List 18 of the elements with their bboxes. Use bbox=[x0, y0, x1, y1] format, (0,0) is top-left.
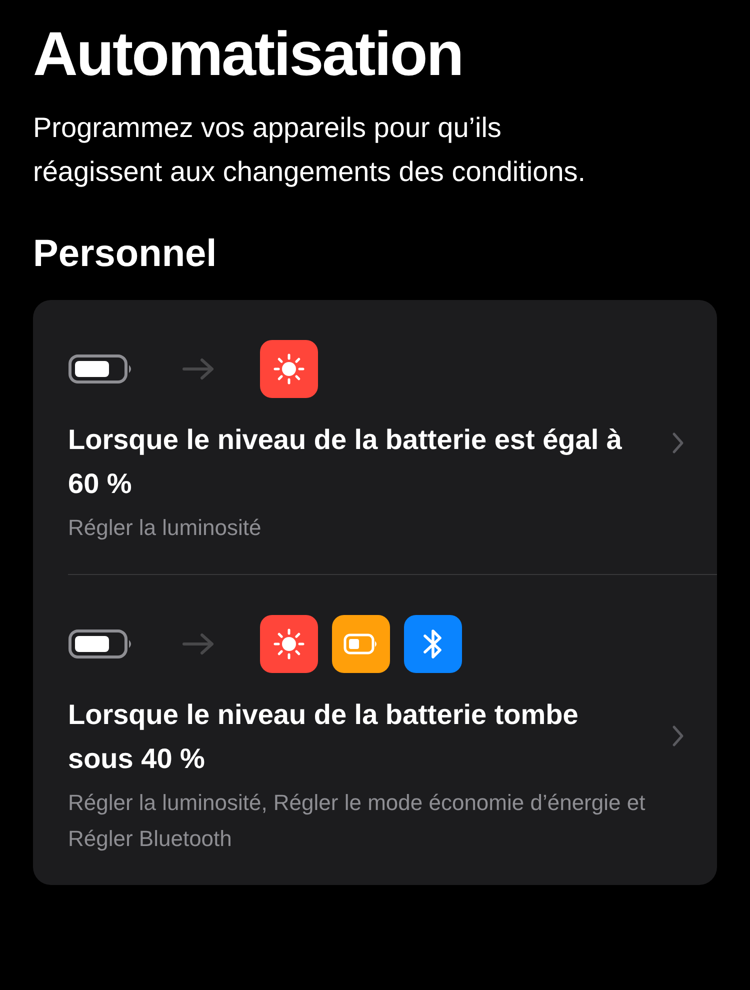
automation-row[interactable]: Lorsque le niveau de la batterie est égal à 60 % Régler la luminosité bbox=[33, 300, 717, 574]
arrow-icon bbox=[182, 357, 216, 381]
automation-title: Lorsque le niveau de la batterie tombe sous 40 % bbox=[68, 698, 580, 776]
automation-subtitle: Régler la luminosité bbox=[68, 514, 262, 542]
sun-icon bbox=[272, 627, 306, 661]
battery-icon bbox=[68, 628, 134, 660]
chevron-icon bbox=[671, 431, 685, 455]
automation-title: Lorsque le niveau de la batterie est égal à 60 % bbox=[68, 423, 623, 501]
page-title: Automatisation bbox=[33, 19, 464, 91]
arrow-icon bbox=[182, 632, 216, 656]
battery-icon bbox=[68, 353, 134, 385]
section-title: Personnel bbox=[33, 232, 218, 277]
battery-icon bbox=[343, 633, 379, 655]
page-description: Programmez vos appareils pour qu’ils réagissent aux changements des conditions. bbox=[33, 111, 587, 189]
chevron-icon bbox=[671, 724, 685, 748]
automation-subtitle: Régler la luminosité, Régler le mode économie d’énergie et Régler Bluetooth bbox=[68, 789, 646, 853]
sun-icon bbox=[272, 352, 306, 386]
automation-row[interactable]: Lorsque le niveau de la batterie tombe sous 40 % Régler la luminosité, Régler le mode économie d’énergie et Régler Bluetooth bbox=[33, 575, 717, 885]
